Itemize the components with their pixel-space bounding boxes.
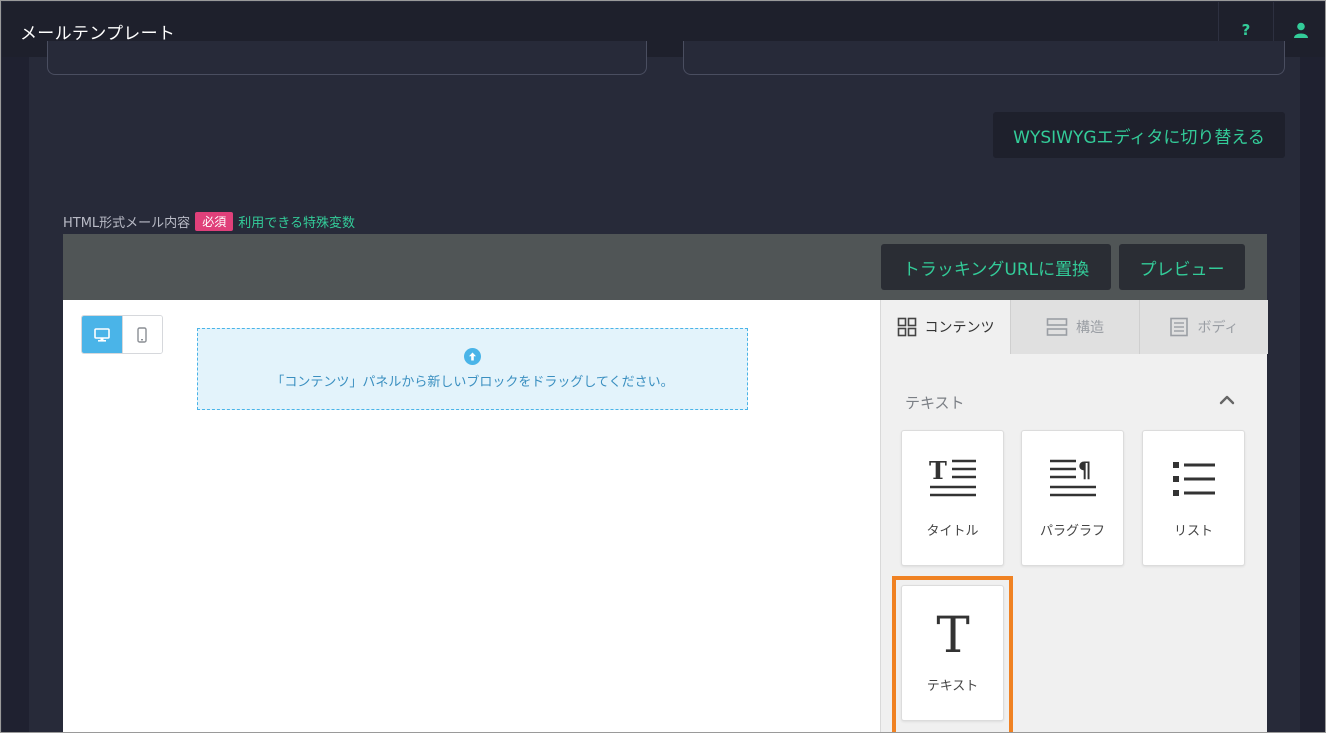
content-panel: コンテンツ 構造 ボディ テキスト T タイトル ¶ パラグラフ リスト T テ… xyxy=(880,300,1268,732)
device-toggle xyxy=(81,315,163,354)
right-gutter xyxy=(1300,57,1325,732)
user-icon xyxy=(1294,22,1308,38)
tab-body[interactable]: ボディ xyxy=(1139,300,1268,354)
chevron-up-icon[interactable] xyxy=(1219,394,1235,406)
rows-icon xyxy=(1046,318,1068,336)
left-gutter xyxy=(2,57,29,732)
document-icon xyxy=(1170,317,1189,337)
svg-text:T: T xyxy=(936,610,969,658)
special-variables-link[interactable]: 利用できる特殊変数 xyxy=(238,212,355,231)
tab-label: コンテンツ xyxy=(924,320,995,336)
mobile-view-button[interactable] xyxy=(121,316,162,353)
list-icon xyxy=(1143,455,1244,503)
html-content-label: HTML形式メール内容 必須 利用できる特殊変数 xyxy=(63,211,355,231)
desktop-view-button[interactable] xyxy=(82,316,122,353)
block-paragraph[interactable]: ¶ パラグラフ xyxy=(1021,430,1124,566)
grid-icon xyxy=(897,317,916,337)
desktop-icon xyxy=(94,327,110,342)
tracking-url-button[interactable]: トラッキングURLに置換 xyxy=(881,244,1111,290)
title-icon: T xyxy=(902,455,1003,503)
block-label: リスト xyxy=(1173,524,1213,539)
section-title-text: テキスト xyxy=(905,394,965,412)
preview-button[interactable]: プレビュー xyxy=(1119,244,1245,290)
settings-card-left xyxy=(47,41,647,75)
paragraph-icon: ¶ xyxy=(1022,455,1123,503)
editor-toolbar: トラッキングURLに置換 プレビュー xyxy=(63,234,1267,300)
block-list[interactable]: リスト xyxy=(1142,430,1245,566)
block-label: パラグラフ xyxy=(1039,524,1105,539)
switch-wysiwyg-button[interactable]: WYSIWYGエディタに切り替える xyxy=(993,112,1285,158)
mobile-icon xyxy=(137,326,148,343)
tab-contents[interactable]: コンテンツ xyxy=(881,300,1010,354)
text-icon: T xyxy=(902,610,1003,658)
dropzone-hint: 「コンテンツ」パネルから新しいブロックをドラッグしてください。 xyxy=(271,375,674,390)
required-badge: 必須 xyxy=(195,211,234,231)
block-title[interactable]: T タイトル xyxy=(901,430,1004,566)
block-text[interactable]: T テキスト xyxy=(901,585,1004,721)
panel-tabs: コンテンツ 構造 ボディ xyxy=(881,300,1268,354)
svg-text:T: T xyxy=(929,457,947,485)
tab-label: ボディ xyxy=(1197,320,1239,336)
help-icon: ? xyxy=(1241,20,1251,39)
svg-text:¶: ¶ xyxy=(1078,458,1091,482)
editor-canvas[interactable]: 「コンテンツ」パネルから新しいブロックをドラッグしてください。 xyxy=(63,300,880,732)
block-label: タイトル xyxy=(926,524,979,539)
tab-label: 構造 xyxy=(1076,320,1104,336)
block-dropzone[interactable]: 「コンテンツ」パネルから新しいブロックをドラッグしてください。 xyxy=(197,328,748,410)
app-frame: メールテンプレート ? WYSIWYGエディタに切り替える HTML形式メール内… xyxy=(0,0,1326,733)
block-label: テキスト xyxy=(926,679,979,694)
settings-card-right xyxy=(683,41,1285,75)
field-label-text: HTML形式メール内容 xyxy=(63,215,191,231)
upload-arrow-icon xyxy=(464,348,481,365)
html-editor: トラッキングURLに置換 プレビュー 「コンテンツ」パネルから新しいブロックをド… xyxy=(63,234,1268,732)
tab-structure[interactable]: 構造 xyxy=(1010,300,1139,354)
